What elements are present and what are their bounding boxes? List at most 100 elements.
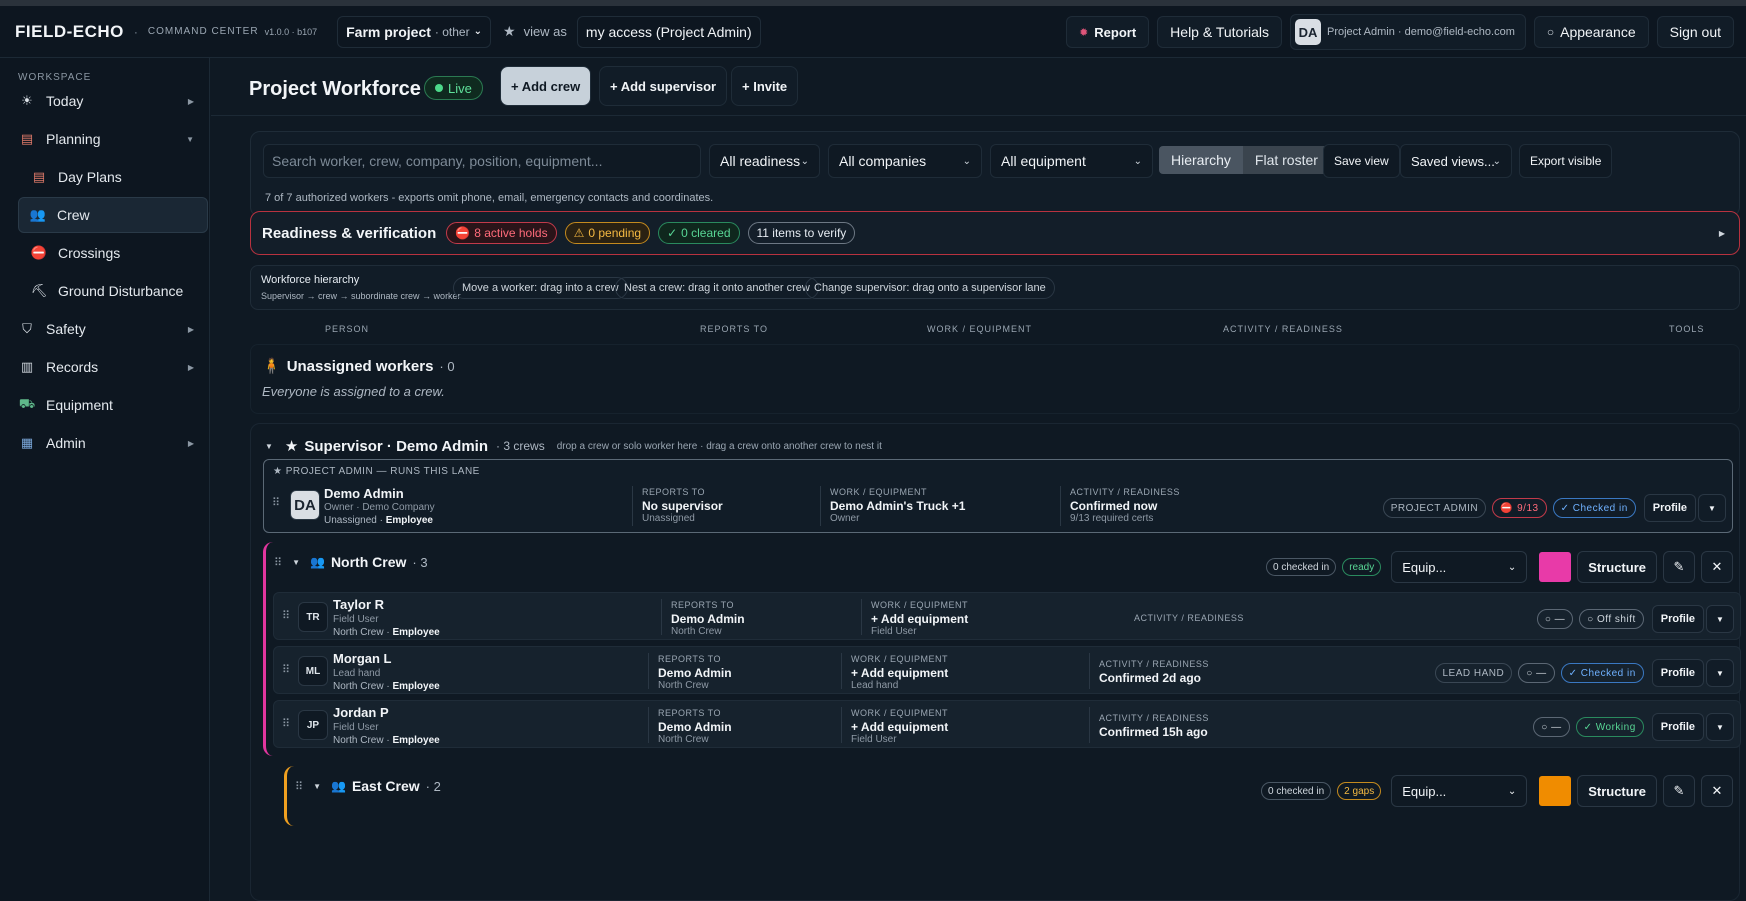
flat-roster-toggle[interactable]: Flat roster [1242,146,1330,174]
add-equipment-link[interactable]: + Add equipment [871,612,968,626]
structure-button[interactable]: Structure [1577,775,1657,807]
person-name[interactable]: Morgan L [333,651,392,666]
drag-handle-icon[interactable]: ⠿ [282,717,290,730]
cert-status[interactable]: ○ — [1533,717,1570,737]
companies-select[interactable]: All companies ⌄ [828,144,982,178]
appearance-button[interactable]: ○ Appearance [1533,16,1649,48]
divider [1089,707,1090,743]
clipboard-icon: ▤ [32,169,46,184]
user-chip[interactable]: DA Project Admin · demo@field-echo.com [1290,14,1526,50]
hierarchy-toggle[interactable]: Hierarchy [1159,146,1243,174]
shift-status[interactable]: ○ Off shift [1579,609,1644,629]
certs-label: 9/13 [1517,502,1539,514]
work-equipment[interactable]: Demo Admin's Truck +1 [830,499,965,513]
profile-button[interactable]: Profile [1651,659,1704,687]
edit-icon[interactable]: ✎ [1663,775,1695,807]
sidebar-item-planning[interactable]: ▤ Planning ▼ [18,121,208,157]
sidebar-item-day-plans[interactable]: ▤ Day Plans [30,159,206,195]
sidebar-item-admin[interactable]: ▦ Admin ▶ [18,425,208,461]
person-name[interactable]: Jordan P [333,705,389,720]
row-menu-chevron-icon[interactable]: ▼ [1706,605,1734,633]
crew-color-swatch[interactable] [1539,552,1572,582]
sidebar-item-crossings[interactable]: ⛔ Crossings [30,235,206,271]
admin-lane-label: ★ PROJECT ADMIN — RUNS THIS LANE [273,466,480,477]
help-button[interactable]: Help & Tutorials [1157,16,1282,48]
chevron-down-icon[interactable]: ▼ [292,558,300,567]
report-button[interactable]: ✹ Report [1066,16,1150,48]
cleared-badge[interactable]: ✓ 0 cleared [658,222,740,244]
sign-out-button[interactable]: Sign out [1656,16,1734,48]
work-sub: Field User [871,626,917,637]
items-to-verify-badge[interactable]: 11 items to verify [747,222,856,244]
person-name[interactable]: Demo Admin [324,486,404,501]
close-icon[interactable]: ✕ [1701,775,1733,807]
person-crew-name: North Crew · [333,627,390,638]
search-input[interactable] [263,144,701,178]
export-visible-button[interactable]: Export visible [1519,144,1613,178]
drag-handle-icon[interactable]: ⠿ [295,780,303,793]
sidebar-item-crew[interactable]: 👥 Crew [18,197,208,233]
working-status[interactable]: ✓ Working [1575,717,1644,737]
project-select[interactable]: Farm project · other ⌄ [337,15,491,48]
active-holds-badge[interactable]: ⛔ 8 active holds [446,222,557,244]
crew-header: ⠿ ▼ 👥 North Crew · 3 [274,554,428,570]
sidebar-item-equipment[interactable]: ⛟ Equipment [18,387,208,423]
person-name[interactable]: Taylor R [333,597,384,612]
people-icon: 👥 [309,555,325,569]
drag-handle-icon[interactable]: ⠿ [274,556,282,569]
add-equipment-link[interactable]: + Add equipment [851,720,948,734]
add-crew-button[interactable]: + Add crew [500,66,592,106]
brand-logo[interactable]: FIELD-ECHO [15,22,124,42]
add-equipment-link[interactable]: + Add equipment [851,666,948,680]
drag-handle-icon[interactable]: ⠿ [282,609,290,622]
sidebar-item-records[interactable]: ▥ Records ▶ [18,349,208,385]
table-row[interactable]: ⠿ TR Taylor R Field User North Crew · Em… [273,592,1741,640]
structure-button[interactable]: Structure [1577,551,1657,583]
row-menu-chevron-icon[interactable]: ▼ [1706,713,1734,741]
profile-button[interactable]: Profile [1651,605,1704,633]
cert-status[interactable]: ○ — [1536,609,1574,629]
crew-color-swatch[interactable] [1539,776,1572,806]
row-menu-chevron-icon[interactable]: ▼ [1698,494,1726,522]
close-icon[interactable]: ✕ [1701,551,1733,583]
add-supervisor-button[interactable]: + Add supervisor [599,66,728,106]
chevron-down-icon: ⌄ [1507,785,1517,797]
checkin-status[interactable]: ✓ Checked in [1560,663,1644,683]
row-menu-chevron-icon[interactable]: ▼ [1706,659,1734,687]
sidebar-item-today[interactable]: ☀ Today ▶ [18,83,208,119]
edit-icon[interactable]: ✎ [1663,551,1695,583]
activity-status: Confirmed 15h ago [1099,725,1208,739]
table-row[interactable]: ⠿ JP Jordan P Field User North Crew · Em… [273,700,1741,748]
profile-button[interactable]: Profile [1651,713,1704,741]
crew-name[interactable]: East Crew [352,778,420,794]
equip-value: Equip... [1402,783,1447,799]
crew-equipment-select[interactable]: Equip... ⌄ [1391,775,1528,807]
chevron-right-icon[interactable]: ▶ [1719,229,1725,238]
sidebar-item-ground-disturbance[interactable]: ⛏ Ground Disturbance [30,273,206,309]
drag-handle-icon[interactable]: ⠿ [272,496,280,509]
chevron-down-icon[interactable]: ▼ [313,782,321,791]
sidebar-item-label: Admin [46,435,86,451]
sidebar-item-safety[interactable]: ⛉ Safety ▶ [18,311,208,347]
table-row[interactable]: ⠿ DA Demo Admin Owner · Demo Company Una… [264,480,1732,532]
crew-count: · 3 [412,554,428,570]
readiness-select[interactable]: All readiness ⌄ [709,144,820,178]
readiness-panel[interactable]: Readiness & verification ⛔ 8 active holds… [250,211,1740,255]
chevron-down-icon[interactable]: ▼ [265,442,273,451]
invite-button[interactable]: + Invite [731,66,799,106]
access-select[interactable]: my access (Project Admin) [576,15,761,48]
profile-button[interactable]: Profile [1643,494,1696,522]
pending-badge[interactable]: ⚠ 0 pending [564,222,651,244]
save-view-button[interactable]: Save view [1323,144,1400,178]
crew-equipment-select[interactable]: Equip... ⌄ [1391,551,1528,583]
drag-handle-icon[interactable]: ⠿ [282,663,290,676]
table-row[interactable]: ⠿ ML Morgan L Lead hand North Crew · Emp… [273,646,1741,694]
saved-views-select[interactable]: Saved views... ⌄ [1400,144,1512,178]
equipment-select[interactable]: All equipment ⌄ [990,144,1153,178]
crew-name[interactable]: North Crew [331,554,406,570]
version-label: v1.0.0 · b107 [264,26,318,37]
row-tools: ○ — ○ Off shift Profile ▼ [1536,605,1734,633]
certs-badge[interactable]: ⛔ 9/13 [1492,498,1547,518]
checkin-status[interactable]: ✓ Checked in [1552,498,1636,518]
cert-status[interactable]: ○ — [1518,663,1555,683]
